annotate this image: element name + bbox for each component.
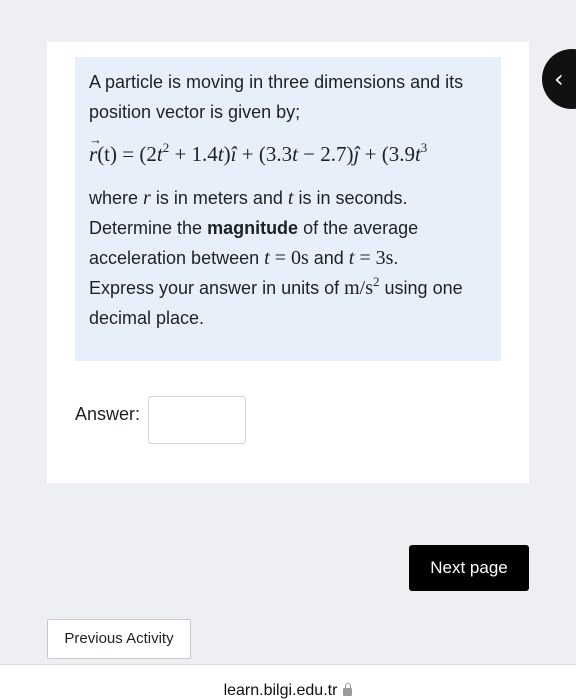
question-card: A particle is moving in three dimensions…	[47, 42, 529, 483]
question-intro: A particle is moving in three dimensions…	[89, 72, 464, 122]
chevron-left-icon: ‹	[554, 65, 564, 93]
next-page-button[interactable]: Next page	[409, 545, 529, 591]
answer-input[interactable]	[148, 396, 246, 444]
question-text-box: A particle is moving in three dimensions…	[75, 57, 501, 361]
question-body: where r is in meters and t is in seconds…	[89, 187, 463, 328]
lock-icon	[343, 683, 353, 696]
drawer-toggle-button[interactable]: ‹	[542, 49, 576, 109]
answer-label: Answer:	[75, 404, 141, 424]
magnitude-emphasis: magnitude	[207, 218, 299, 238]
browser-url-bar[interactable]: learn.bilgi.edu.tr	[0, 664, 576, 700]
url-text: learn.bilgi.edu.tr	[223, 682, 338, 699]
formula-r-vector: r	[89, 125, 102, 169]
unit-expression: m/s2	[344, 274, 380, 299]
previous-activity-button[interactable]: Previous Activity	[47, 619, 191, 659]
position-vector-formula: r(t) = (2t2 + 1.4t)î + (3.3t − 2.7)ĵ + (…	[89, 125, 487, 169]
